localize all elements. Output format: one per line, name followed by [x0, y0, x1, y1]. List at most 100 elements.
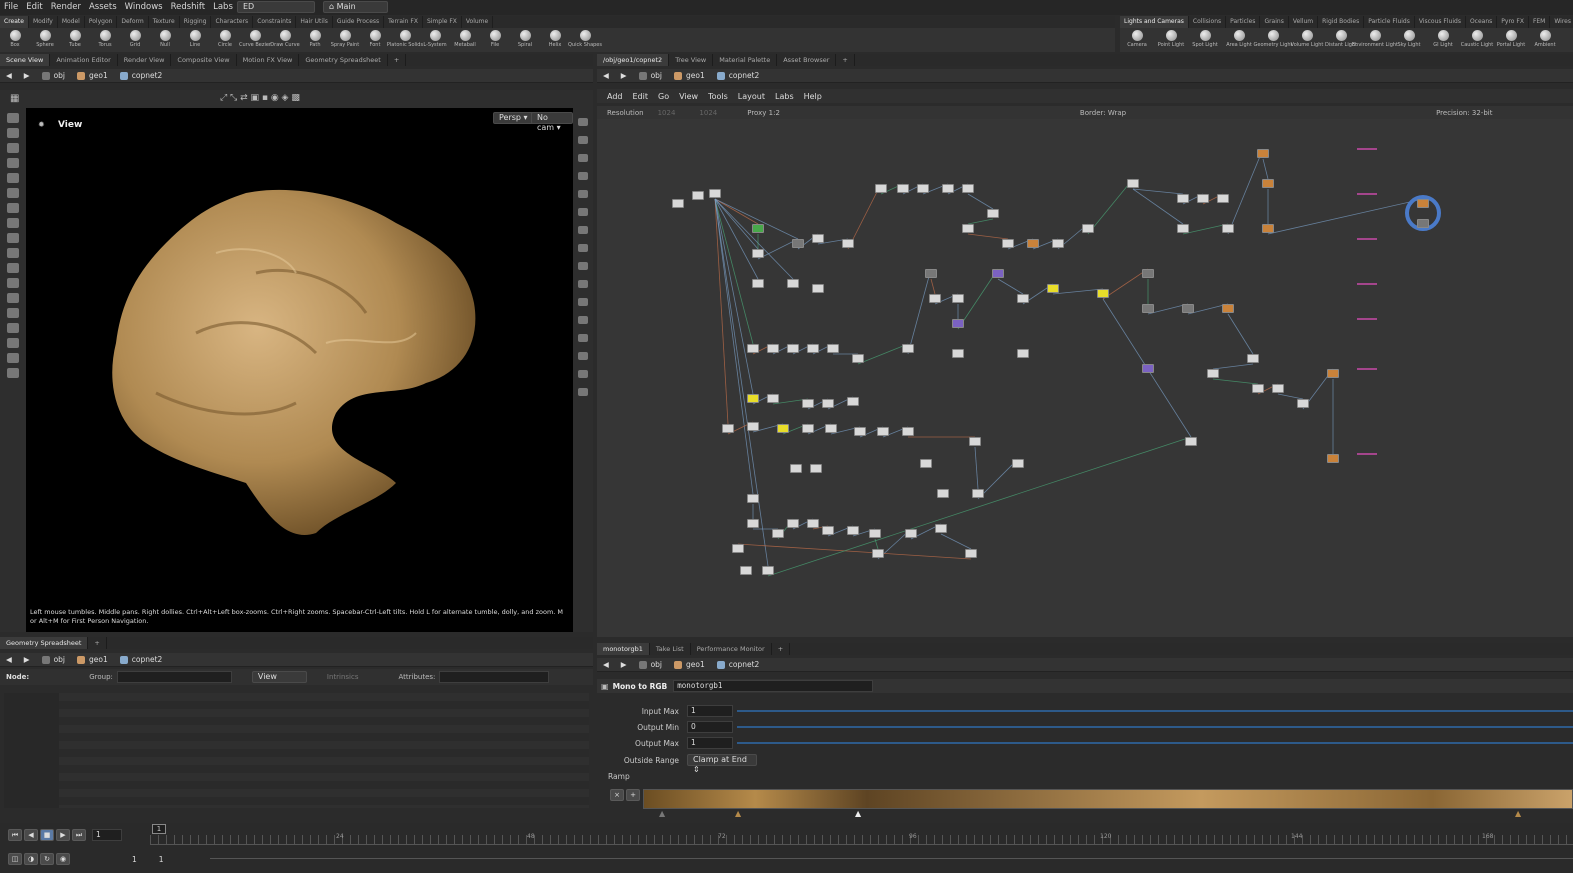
shelf-tab-simple-fx[interactable]: Simple FX [423, 16, 462, 28]
shelf-tab-modify[interactable]: Modify [29, 16, 58, 28]
tool-sky-light[interactable]: Sky Light [1392, 28, 1426, 52]
crumb-obj[interactable]: obj [36, 655, 71, 664]
network-node[interactable] [752, 279, 764, 288]
network-node[interactable] [825, 424, 837, 433]
tool-metaball[interactable]: Metaball [450, 28, 480, 52]
network-node[interactable] [1177, 194, 1189, 203]
menu-windows[interactable]: Windows [121, 0, 167, 15]
forward-icon[interactable]: ▶ [615, 660, 633, 669]
tab-material-palette[interactable]: Material Palette [713, 54, 778, 66]
network-node[interactable] [747, 494, 759, 503]
cam-menu[interactable]: No cam ▾ [531, 112, 573, 132]
network-node[interactable] [952, 319, 964, 328]
network-node[interactable] [1327, 369, 1339, 378]
move-tool-icon[interactable] [7, 128, 19, 138]
network-node[interactable] [752, 224, 764, 233]
network-node[interactable] [767, 344, 779, 353]
tool-draw-curve[interactable]: Draw Curve [270, 28, 300, 52]
tool-sphere[interactable]: Sphere [30, 28, 60, 52]
tab-geometry-spreadsheet[interactable]: Geometry Spreadsheet [299, 54, 388, 66]
light-icon[interactable] [578, 262, 588, 270]
network-node[interactable] [827, 344, 839, 353]
network-node[interactable] [692, 191, 704, 200]
network-node[interactable] [709, 189, 721, 198]
menu-labs[interactable]: Labs [209, 0, 237, 15]
network-node[interactable] [747, 344, 759, 353]
network-node[interactable] [802, 424, 814, 433]
network-node[interactable] [767, 394, 779, 403]
network-node[interactable] [854, 427, 866, 436]
network-node[interactable] [937, 489, 949, 498]
shade-icon[interactable] [578, 154, 588, 162]
menu-redshift[interactable]: Redshift [167, 0, 210, 15]
parm-input-input-max[interactable]: 1 [687, 705, 733, 717]
ramp-add-button[interactable]: + [626, 789, 640, 801]
shelf-tab-constraints[interactable]: Constraints [253, 16, 297, 28]
tab-obj-geo1-copnet2[interactable]: /obj/geo1/copnet2 [597, 54, 670, 66]
network-node[interactable] [1252, 384, 1264, 393]
network-node[interactable] [925, 269, 937, 278]
parm-input-output-max[interactable]: 1 [687, 737, 733, 749]
network-node[interactable] [740, 566, 752, 575]
menu-edit[interactable]: Edit [22, 0, 46, 15]
menu-assets[interactable]: Assets [85, 0, 121, 15]
parm-input-output-min[interactable]: 0 [687, 721, 733, 733]
play-icon[interactable]: ▶ [56, 829, 70, 841]
crumb-obj[interactable]: obj [633, 660, 668, 669]
shelf-tab-characters[interactable]: Characters [211, 16, 254, 28]
view-dropdown[interactable]: View [251, 671, 307, 683]
texture-icon[interactable] [578, 334, 588, 342]
scale-tool-icon[interactable] [7, 158, 19, 168]
tool-portal-light[interactable]: Portal Light [1494, 28, 1528, 52]
shelf-tab-deform[interactable]: Deform [117, 16, 149, 28]
current-frame-marker[interactable]: 1 [152, 824, 166, 834]
persp-menu[interactable]: Persp ▾ [493, 112, 534, 124]
loop-icon[interactable]: ↻ [40, 853, 54, 865]
node-name-input[interactable]: monotorgb1 [673, 680, 874, 692]
timeline-ruler[interactable]: 24 48 72 96 120 144 168 [150, 833, 1573, 845]
network-node[interactable] [1297, 399, 1309, 408]
crumb-net[interactable]: copnet2 [114, 71, 169, 80]
play-reverse-icon[interactable]: ◀ [24, 829, 38, 841]
tool-box[interactable]: Box [0, 28, 30, 52]
menu-file[interactable]: File [0, 0, 22, 15]
ramp-remove-button[interactable]: × [610, 789, 624, 801]
tool-geometry-light[interactable]: Geometry Light [1254, 28, 1293, 52]
keys-icon[interactable]: ◉ [56, 853, 70, 865]
network-node[interactable] [807, 519, 819, 528]
shelf-tab-guide-process[interactable]: Guide Process [333, 16, 385, 28]
camera-tool-icon[interactable] [7, 308, 19, 318]
net-menu-labs[interactable]: Labs [775, 92, 794, 101]
light-tool-icon[interactable] [7, 323, 19, 333]
forward-icon[interactable]: ▶ [18, 71, 36, 80]
pose-tool-icon[interactable] [7, 203, 19, 213]
tab-composite-view[interactable]: Composite View [171, 54, 237, 66]
info-icon[interactable] [578, 352, 588, 360]
tool-font[interactable]: Font [360, 28, 390, 52]
bg-icon[interactable] [578, 244, 588, 252]
tab-animation-editor[interactable]: Animation Editor [50, 54, 118, 66]
tool-line[interactable]: Line [180, 28, 210, 52]
network-node[interactable] [1097, 289, 1109, 298]
jump-start-icon[interactable]: ⏮ [8, 829, 22, 841]
view-tool-icon[interactable] [7, 188, 19, 198]
lasso-tool-icon[interactable] [7, 248, 19, 258]
scene-viewport[interactable]: ✹ View Persp ▾ No cam ▾ Left mouse tumbl… [26, 108, 573, 632]
network-node[interactable] [1002, 239, 1014, 248]
shelf-tab-model[interactable]: Model [58, 16, 85, 28]
main-dropdown[interactable]: ⌂ Main [323, 1, 388, 13]
shelf-tab-grains[interactable]: Grains [1260, 16, 1289, 28]
tool-helix[interactable]: Helix [540, 28, 570, 52]
shelf-tab-pyro-fx[interactable]: Pyro FX [1497, 16, 1529, 28]
range-end[interactable]: 1 [159, 855, 164, 864]
network-node[interactable] [962, 184, 974, 193]
tool-platonic-solids[interactable]: Platonic Solids [387, 28, 423, 52]
network-node[interactable] [747, 422, 759, 431]
network-node[interactable] [1082, 224, 1094, 233]
network-node[interactable] [762, 566, 774, 575]
range-start[interactable]: 1 [132, 855, 137, 864]
shelf-tab-volume[interactable]: Volume [462, 16, 494, 28]
network-node[interactable] [987, 209, 999, 218]
shelf-tab-rigging[interactable]: Rigging [180, 16, 212, 28]
network-node[interactable] [875, 184, 887, 193]
